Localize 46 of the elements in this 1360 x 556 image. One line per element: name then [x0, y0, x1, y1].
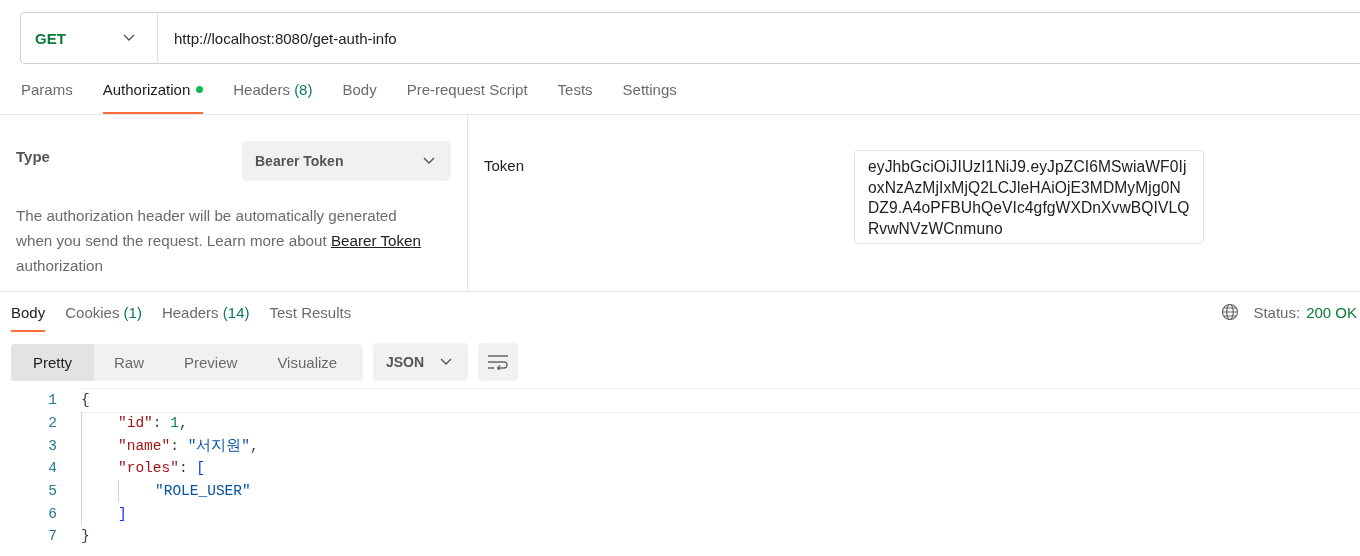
response-tab[interactable]: Body: [11, 292, 46, 332]
response-tab[interactable]: Headers (14): [161, 292, 250, 332]
response-tab[interactable]: Cookies (1): [65, 292, 142, 332]
status-label: Status:: [1253, 303, 1301, 321]
request-tab[interactable]: Settings: [622, 64, 677, 114]
line-number: 6: [47, 505, 58, 522]
line-number: 3: [47, 437, 58, 454]
request-tab[interactable]: Headers (8): [233, 64, 313, 114]
status-value: 200 OK: [1306, 303, 1358, 321]
line-number: 7: [47, 528, 58, 545]
wrap-icon: [487, 354, 509, 370]
request-tab[interactable]: Tests: [557, 64, 593, 114]
chevron-down-icon: [423, 157, 435, 165]
request-tab[interactable]: Pre-request Script: [406, 64, 528, 114]
format-dropdown[interactable]: JSON: [373, 343, 468, 381]
chevron-down-icon: [123, 34, 135, 42]
wrap-lines-button[interactable]: [478, 343, 518, 381]
code-line: "id": 1,: [118, 415, 188, 432]
help-text: The authorization header will be automatically generated when you send the request. Learn more about Bearer Token authorization: [16, 206, 422, 276]
request-tab[interactable]: Authorization: [102, 64, 204, 114]
response-tab[interactable]: Test Results: [269, 292, 352, 332]
line-number: 1: [47, 392, 58, 409]
request-tab[interactable]: Body: [342, 64, 377, 114]
line-number: 5: [47, 483, 58, 500]
token-field[interactable]: eyJhbGciOiJIUzI1NiJ9.eyJpZCI6MSwiaWF0IjoxNzAzMjIxMjQ2LCJleHAiOjE3MDMyMjg0NDZ9.A4oPFBUhQeVIc4gfgWXDnXvwBQIVLQRvwNVzWCnmuno: [854, 150, 1204, 244]
code-line: }: [81, 528, 90, 545]
line-number: 2: [47, 415, 58, 432]
view-mode-tab[interactable]: Visualize: [257, 343, 358, 381]
code-line: {: [81, 392, 90, 409]
globe-icon: [1221, 303, 1240, 321]
code-line: "name": "서지원",: [118, 437, 259, 456]
view-mode-tab[interactable]: Raw: [94, 343, 164, 381]
code-line: ]: [118, 505, 127, 522]
auth-type-dropdown[interactable]: Bearer Token: [242, 141, 451, 181]
view-mode-tab[interactable]: Preview: [164, 343, 258, 381]
request-tab[interactable]: Params: [21, 64, 73, 114]
bearer-token-link[interactable]: Bearer Token: [330, 232, 421, 249]
view-mode-tab[interactable]: Pretty: [11, 343, 94, 381]
url-field[interactable]: http://localhost:8080/get-auth-info: [158, 12, 1360, 64]
code-line: "ROLE_USER": [155, 483, 251, 500]
chevron-down-icon: [440, 358, 452, 366]
type-label: Type: [16, 148, 50, 165]
line-number: 4: [47, 460, 58, 477]
method-dropdown[interactable]: GET: [20, 12, 158, 64]
code-line: "roles": [: [118, 460, 206, 477]
token-label: Token: [484, 156, 526, 176]
